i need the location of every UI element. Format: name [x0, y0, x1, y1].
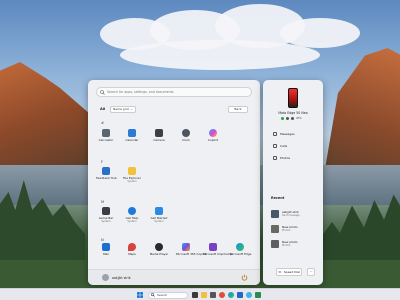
get-started-icon — [155, 207, 163, 215]
feedback-icon — [102, 167, 110, 175]
phone-photos[interactable]: Photos — [273, 156, 290, 160]
start-footer: aakjjkt strik — [88, 269, 260, 285]
phone-messages[interactable]: Messages — [273, 132, 295, 136]
search-icon — [151, 293, 155, 297]
chevron-down-icon: ⌄ — [130, 107, 133, 111]
app-media-player[interactable]: Media Player — [149, 243, 169, 256]
search-box[interactable] — [96, 87, 252, 97]
app-file-explorer[interactable]: File Explorer System — [122, 167, 142, 183]
phone-icon: ☏ — [278, 270, 282, 274]
windows-icon[interactable] — [137, 292, 143, 298]
app-copilot[interactable]: Copilot — [203, 129, 223, 142]
app-icon[interactable] — [219, 292, 225, 298]
app-clipchamp[interactable]: Microsoft Clipchamp — [203, 243, 232, 256]
app-camera[interactable]: Camera — [149, 129, 169, 142]
app-icon[interactable] — [255, 292, 261, 298]
phone-image — [288, 88, 298, 108]
letter-header[interactable]: # — [101, 121, 104, 125]
phone-link-icon[interactable] — [237, 292, 243, 298]
power-icon[interactable] — [241, 274, 248, 281]
connected-icon — [281, 117, 284, 120]
view-dropdown[interactable]: Name grid ⌄ — [110, 105, 136, 113]
m365-icon — [182, 243, 190, 251]
calendar-icon — [128, 129, 136, 137]
recent-item[interactable]: aakjjkt strik Sent message — [271, 210, 300, 218]
recent-item[interactable]: New photo Photos — [271, 240, 298, 248]
back-button[interactable]: Back — [228, 105, 248, 113]
edge-icon — [236, 243, 244, 251]
phone-icon — [273, 144, 277, 148]
avatar[interactable] — [102, 274, 109, 281]
app-icon[interactable] — [246, 292, 252, 298]
letter-header[interactable]: F — [101, 160, 103, 164]
start-menu: All Name grid⌄ Back # Calculator Calenda… — [88, 80, 260, 285]
recent-thumbnail — [271, 225, 279, 233]
battery-icon — [291, 117, 294, 120]
phone-model: Moto Edge 50 Neo — [278, 111, 308, 115]
file-explorer-icon[interactable] — [201, 292, 207, 298]
app-edge[interactable]: Microsoft Edge — [230, 243, 251, 256]
task-view-icon[interactable] — [192, 292, 198, 298]
app-m365-copilot[interactable]: Microsoft 365 Copilot — [176, 243, 207, 256]
copilot-icon — [209, 129, 217, 137]
app-calculator[interactable]: Calculator — [96, 129, 116, 142]
user-name[interactable]: aakjjkt strik — [112, 276, 131, 280]
bluetooth-icon — [286, 117, 289, 120]
app-get-started[interactable]: Get Started System — [149, 207, 169, 223]
message-icon — [273, 132, 277, 136]
help-icon — [128, 207, 136, 215]
search-icon — [100, 89, 105, 95]
folder-icon — [128, 167, 136, 175]
phone-link-panel: Moto Edge 50 Neo 47% Messages Calls Phot… — [263, 80, 323, 285]
letter-header[interactable]: M — [101, 200, 104, 204]
app-mail[interactable]: Mail — [96, 243, 116, 256]
photo-icon — [273, 156, 277, 160]
app-game-bar[interactable]: Game Bar System — [96, 207, 116, 223]
all-apps-label: All — [100, 107, 106, 111]
gamebar-icon — [102, 207, 110, 215]
clock-icon — [182, 129, 190, 137]
phone-status: 47% — [281, 117, 302, 120]
app-feedback-hub[interactable]: Feedback Hub — [96, 167, 117, 180]
app-get-help[interactable]: Get Help System — [122, 207, 142, 223]
phone-calls[interactable]: Calls — [273, 144, 287, 148]
maps-icon — [128, 243, 136, 251]
taskbar-search[interactable]: Search — [148, 291, 188, 299]
store-icon[interactable] — [210, 292, 216, 298]
app-calendar[interactable]: Calendar — [122, 129, 142, 142]
more-button[interactable]: ... — [307, 268, 315, 276]
calculator-icon — [102, 129, 110, 137]
recent-item[interactable]: New photo Photos — [271, 225, 298, 233]
speed-dial-button[interactable]: ☏ Speed Dial — [276, 268, 302, 276]
media-player-icon — [155, 243, 163, 251]
camera-icon — [155, 129, 163, 137]
recent-thumbnail — [271, 210, 279, 218]
clipchamp-icon — [209, 243, 217, 251]
taskbar: Search — [0, 288, 400, 300]
letter-header[interactable]: N — [101, 238, 104, 242]
edge-icon[interactable] — [228, 292, 234, 298]
app-maps[interactable]: Maps — [122, 243, 142, 256]
recent-heading: Recent — [271, 196, 285, 200]
search-input[interactable] — [107, 90, 247, 94]
mail-icon — [102, 243, 110, 251]
app-clock[interactable]: Clock — [176, 129, 196, 142]
recent-thumbnail — [271, 240, 279, 248]
